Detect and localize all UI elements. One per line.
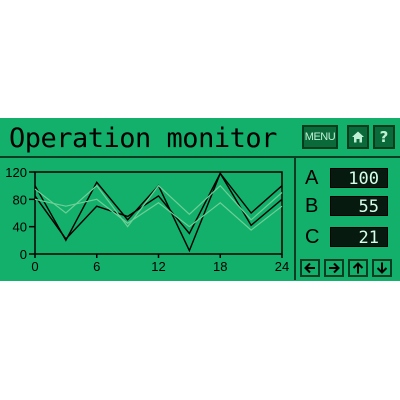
x-tick-label: 12	[151, 259, 165, 274]
meter-value-c: 21	[330, 227, 388, 248]
nav-up-button[interactable]	[348, 259, 368, 277]
y-tick-label: 80	[13, 192, 27, 207]
y-tick-label: 120	[5, 165, 27, 180]
nav-left-button[interactable]	[300, 259, 320, 277]
arrow-right-icon	[329, 262, 340, 274]
y-tick-label: 40	[13, 220, 27, 235]
menu-button[interactable]: MENU	[302, 125, 338, 149]
page-title: Operation monitor	[9, 123, 277, 154]
arrow-down-icon	[376, 262, 388, 274]
meter-value-b: 55	[330, 196, 388, 217]
meter-label-b: B	[305, 195, 319, 217]
nav-right-button[interactable]	[324, 259, 344, 277]
nav-down-button[interactable]	[372, 259, 392, 277]
home-icon	[352, 131, 364, 143]
panel-divider	[294, 156, 296, 280]
meter-label-c: C	[305, 226, 320, 248]
arrow-left-icon	[304, 262, 315, 274]
meter-value-a: 100	[330, 168, 388, 189]
y-tick-label: 0	[20, 247, 27, 262]
trend-chart: 0 40 80 120 0 6 12 18 24	[5, 165, 289, 274]
x-tick-label: 6	[93, 259, 100, 274]
meter-label-a: A	[305, 167, 319, 189]
help-button[interactable]: ?	[373, 125, 395, 149]
x-tick-label: 24	[275, 259, 289, 274]
arrow-up-icon	[352, 262, 364, 274]
x-tick-label: 18	[213, 259, 227, 274]
x-tick-label: 0	[31, 259, 38, 274]
home-button[interactable]	[347, 125, 369, 149]
